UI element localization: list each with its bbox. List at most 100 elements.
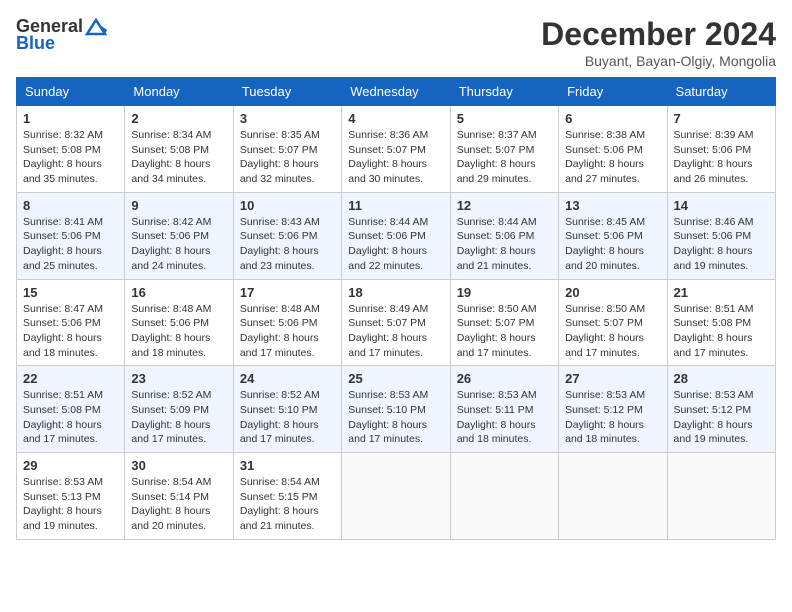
day-number: 1 <box>23 111 118 126</box>
calendar-cell: 27 Sunrise: 8:53 AM Sunset: 5:12 PM Dayli… <box>559 366 667 453</box>
day-info: Sunrise: 8:54 AM Sunset: 5:14 PM Dayligh… <box>131 475 226 534</box>
day-number: 26 <box>457 371 552 386</box>
days-header-row: Sunday Monday Tuesday Wednesday Thursday… <box>17 78 776 106</box>
calendar-week-4: 22 Sunrise: 8:51 AM Sunset: 5:08 PM Dayli… <box>17 366 776 453</box>
calendar-header: Sunday Monday Tuesday Wednesday Thursday… <box>17 78 776 106</box>
day-info: Sunrise: 8:42 AM Sunset: 5:06 PM Dayligh… <box>131 215 226 274</box>
calendar-cell: 18 Sunrise: 8:49 AM Sunset: 5:07 PM Dayli… <box>342 279 450 366</box>
day-number: 16 <box>131 285 226 300</box>
calendar-cell: 26Sunrise: 8:53 AM Sunset: 5:11 PM Dayli… <box>450 366 558 453</box>
day-info: Sunrise: 8:53 AM Sunset: 5:12 PM Dayligh… <box>565 388 660 447</box>
day-number: 27 <box>565 371 660 386</box>
calendar-cell: 7 Sunrise: 8:39 AM Sunset: 5:06 PM Daylig… <box>667 106 775 193</box>
day-info: Sunrise: 8:32 AM Sunset: 5:08 PM Dayligh… <box>23 128 118 187</box>
day-number: 3 <box>240 111 335 126</box>
logo-icon <box>85 18 107 36</box>
calendar-cell: 22 Sunrise: 8:51 AM Sunset: 5:08 PM Dayli… <box>17 366 125 453</box>
calendar-cell: 10 Sunrise: 8:43 AM Sunset: 5:06 PM Dayli… <box>233 192 341 279</box>
day-number: 4 <box>348 111 443 126</box>
header-friday: Friday <box>559 78 667 106</box>
calendar-week-1: 1 Sunrise: 8:32 AM Sunset: 5:08 PM Daylig… <box>17 106 776 193</box>
location: Buyant, Bayan-Olgiy, Mongolia <box>541 53 776 69</box>
calendar-cell: 4 Sunrise: 8:36 AM Sunset: 5:07 PM Daylig… <box>342 106 450 193</box>
day-info: Sunrise: 8:48 AM Sunset: 5:06 PM Dayligh… <box>240 302 335 361</box>
day-info: Sunrise: 8:50 AM Sunset: 5:07 PM Dayligh… <box>457 302 552 361</box>
calendar-cell: 31Sunrise: 8:54 AM Sunset: 5:15 PM Dayli… <box>233 453 341 540</box>
calendar-cell <box>342 453 450 540</box>
day-info: Sunrise: 8:37 AM Sunset: 5:07 PM Dayligh… <box>457 128 552 187</box>
day-number: 7 <box>674 111 769 126</box>
calendar-cell: 17 Sunrise: 8:48 AM Sunset: 5:06 PM Dayli… <box>233 279 341 366</box>
day-info: Sunrise: 8:54 AM Sunset: 5:15 PM Dayligh… <box>240 475 335 534</box>
day-info: Sunrise: 8:46 AM Sunset: 5:06 PM Dayligh… <box>674 215 769 274</box>
month-title: December 2024 <box>541 16 776 53</box>
day-info: Sunrise: 8:50 AM Sunset: 5:07 PM Dayligh… <box>565 302 660 361</box>
day-number: 30 <box>131 458 226 473</box>
day-number: 10 <box>240 198 335 213</box>
header-monday: Monday <box>125 78 233 106</box>
day-number: 21 <box>674 285 769 300</box>
day-number: 22 <box>23 371 118 386</box>
day-number: 9 <box>131 198 226 213</box>
day-number: 28 <box>674 371 769 386</box>
day-info: Sunrise: 8:53 AM Sunset: 5:12 PM Dayligh… <box>674 388 769 447</box>
day-info: Sunrise: 8:52 AM Sunset: 5:10 PM Dayligh… <box>240 388 335 447</box>
calendar-cell: 2Sunrise: 8:34 AM Sunset: 5:08 PM Daylig… <box>125 106 233 193</box>
calendar-cell: 23Sunrise: 8:52 AM Sunset: 5:09 PM Dayli… <box>125 366 233 453</box>
day-number: 20 <box>565 285 660 300</box>
day-number: 17 <box>240 285 335 300</box>
day-number: 14 <box>674 198 769 213</box>
day-number: 18 <box>348 285 443 300</box>
calendar-cell: 16 Sunrise: 8:48 AM Sunset: 5:06 PM Dayli… <box>125 279 233 366</box>
header-wednesday: Wednesday <box>342 78 450 106</box>
header-sunday: Sunday <box>17 78 125 106</box>
logo-blue-text: Blue <box>16 33 55 54</box>
day-info: Sunrise: 8:53 AM Sunset: 5:13 PM Dayligh… <box>23 475 118 534</box>
day-info: Sunrise: 8:39 AM Sunset: 5:06 PM Dayligh… <box>674 128 769 187</box>
day-number: 25 <box>348 371 443 386</box>
calendar-cell: 28 Sunrise: 8:53 AM Sunset: 5:12 PM Dayli… <box>667 366 775 453</box>
day-info: Sunrise: 8:36 AM Sunset: 5:07 PM Dayligh… <box>348 128 443 187</box>
day-number: 6 <box>565 111 660 126</box>
header: General Blue December 2024 Buyant, Bayan… <box>16 16 776 69</box>
calendar-cell: 24 Sunrise: 8:52 AM Sunset: 5:10 PM Dayli… <box>233 366 341 453</box>
day-number: 19 <box>457 285 552 300</box>
day-info: Sunrise: 8:49 AM Sunset: 5:07 PM Dayligh… <box>348 302 443 361</box>
day-info: Sunrise: 8:53 AM Sunset: 5:10 PM Dayligh… <box>348 388 443 447</box>
day-info: Sunrise: 8:51 AM Sunset: 5:08 PM Dayligh… <box>674 302 769 361</box>
calendar-cell: 21 Sunrise: 8:51 AM Sunset: 5:08 PM Dayli… <box>667 279 775 366</box>
calendar-cell: 19 Sunrise: 8:50 AM Sunset: 5:07 PM Dayli… <box>450 279 558 366</box>
calendar-cell <box>450 453 558 540</box>
calendar-week-5: 29 Sunrise: 8:53 AM Sunset: 5:13 PM Dayli… <box>17 453 776 540</box>
calendar-cell: 13Sunrise: 8:45 AM Sunset: 5:06 PM Dayli… <box>559 192 667 279</box>
day-info: Sunrise: 8:47 AM Sunset: 5:06 PM Dayligh… <box>23 302 118 361</box>
day-info: Sunrise: 8:41 AM Sunset: 5:06 PM Dayligh… <box>23 215 118 274</box>
header-thursday: Thursday <box>450 78 558 106</box>
day-info: Sunrise: 8:43 AM Sunset: 5:06 PM Dayligh… <box>240 215 335 274</box>
calendar-cell: 25 Sunrise: 8:53 AM Sunset: 5:10 PM Dayli… <box>342 366 450 453</box>
calendar-cell: 14 Sunrise: 8:46 AM Sunset: 5:06 PM Dayli… <box>667 192 775 279</box>
day-info: Sunrise: 8:44 AM Sunset: 5:06 PM Dayligh… <box>457 215 552 274</box>
day-info: Sunrise: 8:48 AM Sunset: 5:06 PM Dayligh… <box>131 302 226 361</box>
calendar-body: 1 Sunrise: 8:32 AM Sunset: 5:08 PM Daylig… <box>17 106 776 540</box>
day-number: 24 <box>240 371 335 386</box>
calendar-cell: 29 Sunrise: 8:53 AM Sunset: 5:13 PM Dayli… <box>17 453 125 540</box>
calendar-cell: 6Sunrise: 8:38 AM Sunset: 5:06 PM Daylig… <box>559 106 667 193</box>
header-saturday: Saturday <box>667 78 775 106</box>
calendar-cell: 20 Sunrise: 8:50 AM Sunset: 5:07 PM Dayli… <box>559 279 667 366</box>
calendar-cell: 9 Sunrise: 8:42 AM Sunset: 5:06 PM Daylig… <box>125 192 233 279</box>
header-tuesday: Tuesday <box>233 78 341 106</box>
day-info: Sunrise: 8:34 AM Sunset: 5:08 PM Dayligh… <box>131 128 226 187</box>
calendar-cell: 15 Sunrise: 8:47 AM Sunset: 5:06 PM Dayli… <box>17 279 125 366</box>
calendar-cell <box>559 453 667 540</box>
day-number: 11 <box>348 198 443 213</box>
calendar-cell: 8Sunrise: 8:41 AM Sunset: 5:06 PM Daylig… <box>17 192 125 279</box>
calendar-cell: 11Sunrise: 8:44 AM Sunset: 5:06 PM Dayli… <box>342 192 450 279</box>
day-number: 15 <box>23 285 118 300</box>
day-number: 29 <box>23 458 118 473</box>
title-area: December 2024 Buyant, Bayan-Olgiy, Mongo… <box>541 16 776 69</box>
day-info: Sunrise: 8:51 AM Sunset: 5:08 PM Dayligh… <box>23 388 118 447</box>
calendar-cell: 5Sunrise: 8:37 AM Sunset: 5:07 PM Daylig… <box>450 106 558 193</box>
calendar-cell: 30 Sunrise: 8:54 AM Sunset: 5:14 PM Dayli… <box>125 453 233 540</box>
day-number: 23 <box>131 371 226 386</box>
